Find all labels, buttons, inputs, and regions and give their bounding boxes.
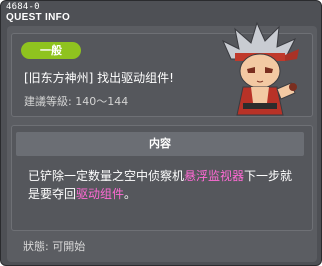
quest-description: 已铲除一定数量之空中侦察机悬浮监视器下一步就是要夺回驱动组件。 xyxy=(28,167,303,203)
quest-id: 4684-0 xyxy=(6,2,40,12)
quest-status: 狀態: 可開始 xyxy=(23,240,86,253)
desc-text-1: 已铲除一定数量之空中侦察机 xyxy=(28,169,185,183)
desc-text-3: 。 xyxy=(124,187,137,201)
quest-category-badge: 一般 xyxy=(21,42,81,59)
highlight-monster: 悬浮监视器 xyxy=(184,169,245,183)
highlight-item: 驱动组件 xyxy=(76,187,125,201)
quest-info-window: 4684-0 QUEST INFO 一般 [旧东方神州] 找出驱动组件! 建議等… xyxy=(0,0,322,266)
quest-title: [旧东方神州] 找出驱动组件! xyxy=(24,71,174,85)
npc-portrait xyxy=(221,21,299,116)
content-section-header: 内容 xyxy=(16,132,304,156)
window-title: QUEST INFO xyxy=(6,12,71,23)
recommended-level: 建議等級: 140～144 xyxy=(24,95,129,108)
